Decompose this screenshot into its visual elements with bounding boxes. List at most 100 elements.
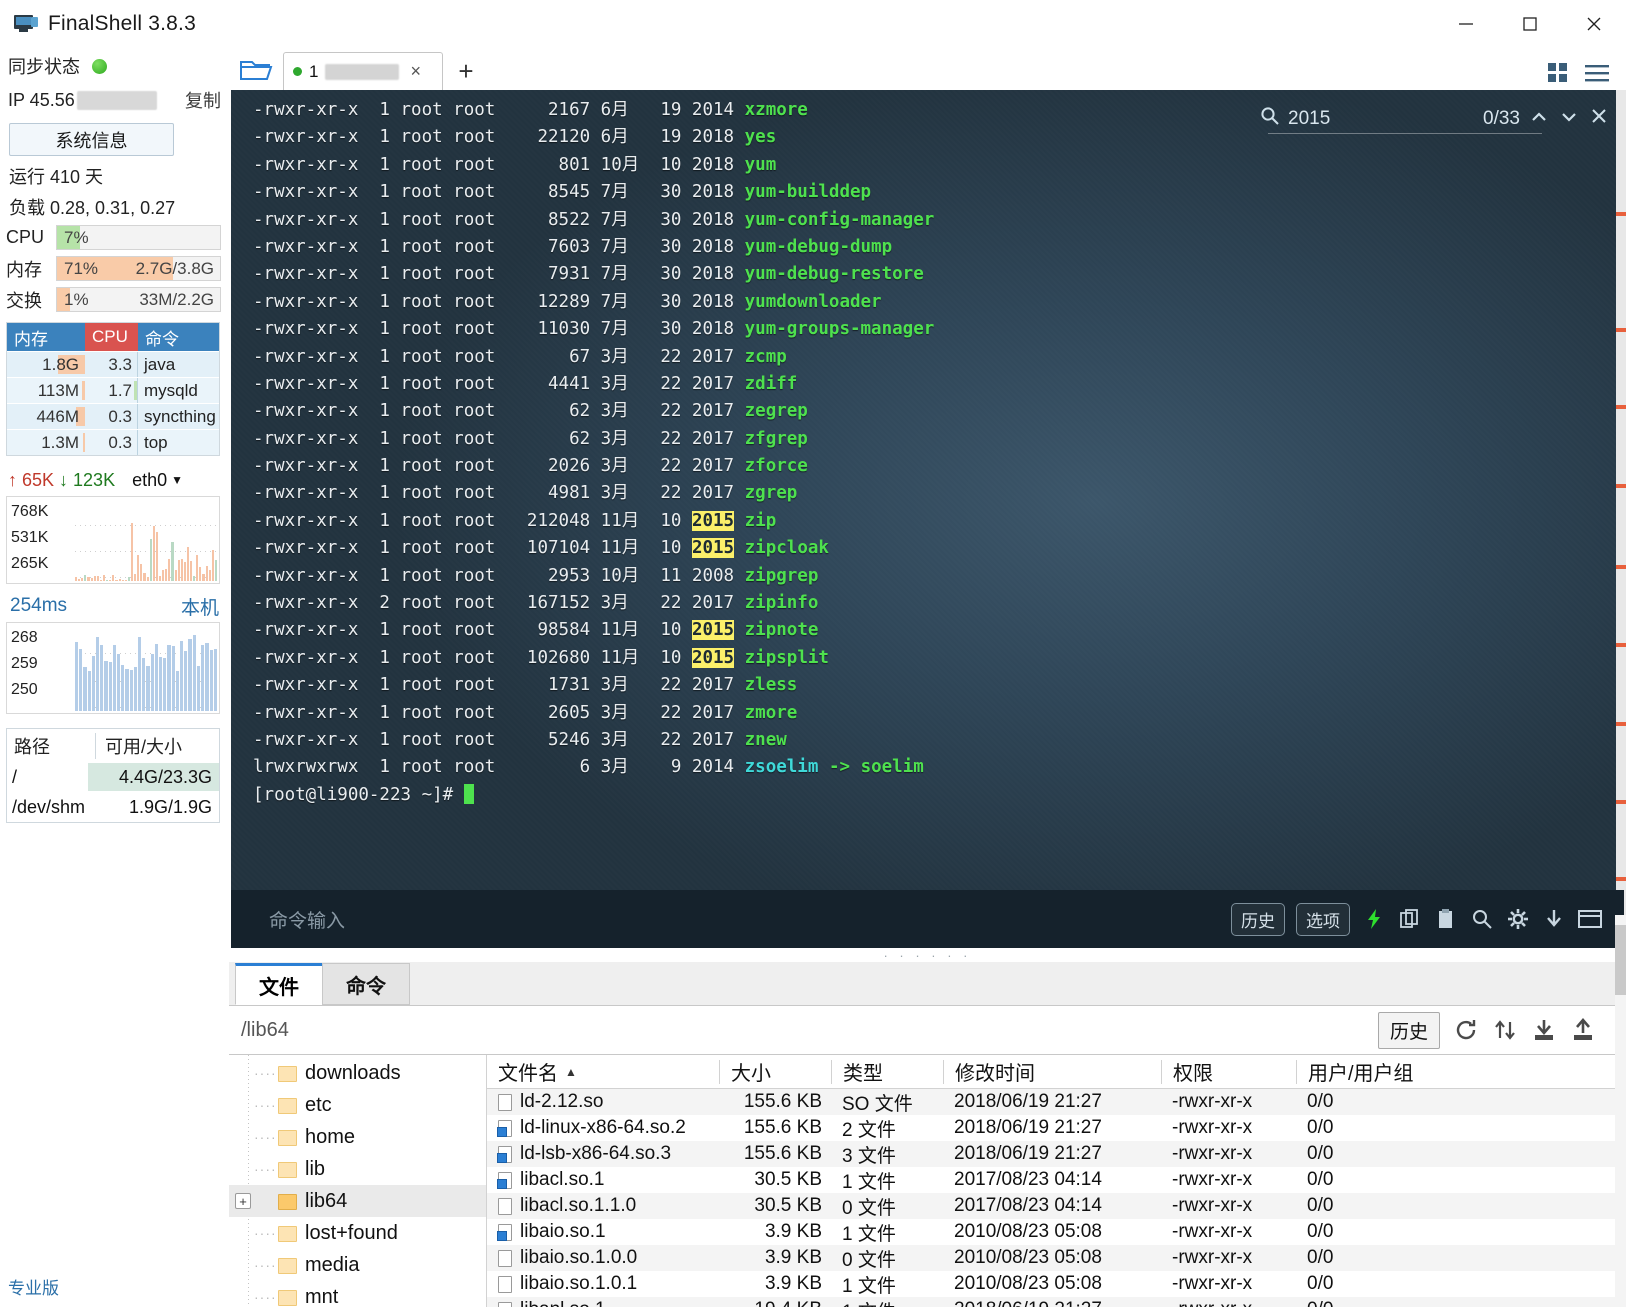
tree-node-lib64[interactable]: +lib64 xyxy=(229,1185,486,1217)
tree-node-lib[interactable]: +·····lib xyxy=(229,1153,486,1185)
process-memory: 446M xyxy=(7,404,85,429)
file-modified-time: 2018/06/19 21:27 xyxy=(943,1299,1161,1307)
file-row[interactable]: libaio.so.1.0.03.9 KB0 文件2010/08/23 05:0… xyxy=(487,1245,1626,1271)
process-col-command[interactable]: 命令 xyxy=(138,323,219,351)
copy-ip-button[interactable]: 复制 xyxy=(185,87,221,113)
network-interface-selector[interactable]: eth0 ▼ xyxy=(132,470,183,491)
terminal-search-bar[interactable]: 2015 0/33 xyxy=(1260,102,1610,136)
tree-node-home[interactable]: +·····home xyxy=(229,1121,486,1153)
bottom-tab-commands[interactable]: 命令 xyxy=(322,963,410,1005)
file-row[interactable]: libacl.so.130.5 KB1 文件2017/08/23 04:14-r… xyxy=(487,1167,1626,1193)
file-col-size[interactable]: 大小 xyxy=(719,1060,831,1084)
scroll-marker xyxy=(1616,484,1626,488)
refresh-icon[interactable] xyxy=(1453,1017,1479,1043)
command-history-button[interactable]: 历史 xyxy=(1231,903,1285,936)
hamburger-menu-icon[interactable] xyxy=(1584,62,1610,89)
file-col-time[interactable]: 修改时间 xyxy=(943,1060,1161,1084)
search-input[interactable]: 2015 xyxy=(1288,108,1330,130)
ip-row: IP 45.56 复制 xyxy=(0,83,229,117)
disk-row[interactable]: /dev/shm1.9G/1.9G xyxy=(7,792,219,822)
file-row[interactable]: libanl.so.119.4 KB1 文件2018/06/19 21:27-r… xyxy=(487,1297,1626,1307)
terminal-line: -rwxr-xr-x 2 root root 167152 3月 22 2017… xyxy=(253,590,1624,617)
file-panel-scrollbar[interactable] xyxy=(1615,915,1626,1307)
ping-y1: 259 xyxy=(11,651,38,677)
copy-icon[interactable] xyxy=(1397,907,1422,932)
terminal-output[interactable]: -rwxr-xr-x 1 root root 2167 6月 19 2014 x… xyxy=(231,90,1624,948)
disk-usage-table: 路径 可用/大小 /4.4G/23.3G/dev/shm1.9G/1.9G xyxy=(6,728,220,823)
net-y1: 531K xyxy=(11,525,48,551)
terminal-scroll-markers[interactable] xyxy=(1616,90,1626,948)
window-icon[interactable] xyxy=(1577,907,1602,932)
search-prev-icon[interactable] xyxy=(1528,108,1550,130)
process-col-cpu[interactable]: CPU xyxy=(85,323,138,351)
command-input-field[interactable]: 命令输入 xyxy=(269,898,1231,940)
command-options-button[interactable]: 选项 xyxy=(1296,903,1350,936)
panel-splitter[interactable]: · · · · · · xyxy=(231,948,1624,962)
process-row[interactable]: 1.8G3.3java xyxy=(7,351,219,377)
tree-node-media[interactable]: +·····media xyxy=(229,1249,486,1281)
tree-node-mnt[interactable]: +·····mnt xyxy=(229,1281,486,1307)
file-row[interactable]: ld-linux-x86-64.so.2155.6 KB2 文件2018/06/… xyxy=(487,1115,1626,1141)
process-col-memory[interactable]: 内存 xyxy=(7,323,85,351)
tree-guide: ····· xyxy=(254,1225,278,1241)
file-col-user[interactable]: 用户/用户组 xyxy=(1296,1060,1626,1084)
tab-close-icon[interactable]: × xyxy=(410,61,421,82)
file-row[interactable]: libacl.so.1.1.030.5 KB0 文件2017/08/23 04:… xyxy=(487,1193,1626,1219)
expand-icon[interactable]: + xyxy=(235,1193,251,1209)
terminal-tab-1[interactable]: 1 × xyxy=(283,52,443,90)
tree-node-label: mnt xyxy=(305,1286,338,1307)
system-info-button[interactable]: 系统信息 xyxy=(9,123,174,156)
file-row[interactable]: libaio.so.1.0.13.9 KB1 文件2010/08/23 05:0… xyxy=(487,1271,1626,1297)
process-row[interactable]: 446M0.3syncthing xyxy=(7,403,219,429)
file-history-button[interactable]: 历史 xyxy=(1378,1012,1440,1049)
file-permissions: -rwxr-xr-x xyxy=(1161,1169,1296,1191)
minimize-icon[interactable] xyxy=(1434,0,1498,47)
file-row[interactable]: ld-2.12.so155.6 KBSO 文件2018/06/19 21:27-… xyxy=(487,1089,1626,1115)
gear-icon[interactable] xyxy=(1505,907,1530,932)
file-icon xyxy=(498,1094,512,1111)
file-col-name[interactable]: 文件名 ▲ xyxy=(487,1060,719,1084)
tree-node-etc[interactable]: +·····etc xyxy=(229,1089,486,1121)
paste-icon[interactable] xyxy=(1433,907,1458,932)
tree-node-label: home xyxy=(305,1126,355,1149)
ping-target[interactable]: 本机 xyxy=(181,593,219,620)
file-name-cell: libaio.so.1.0.0 xyxy=(487,1247,719,1269)
file-name: libacl.so.1 xyxy=(520,1169,605,1191)
process-cpu: 3.3 xyxy=(85,352,138,377)
search-next-icon[interactable] xyxy=(1558,108,1580,130)
file-col-type[interactable]: 类型 xyxy=(831,1060,943,1084)
terminal-line: -rwxr-xr-x 1 root root 102680 11月 10 201… xyxy=(253,645,1624,672)
download-icon[interactable] xyxy=(1541,907,1566,932)
disk-row[interactable]: /4.4G/23.3G xyxy=(7,762,219,792)
upload-icon[interactable] xyxy=(1570,1017,1596,1043)
open-folder-icon[interactable] xyxy=(229,50,283,90)
close-icon[interactable] xyxy=(1562,0,1626,47)
search-close-icon[interactable] xyxy=(1588,108,1610,130)
file-size: 30.5 KB xyxy=(719,1169,831,1191)
search-icon[interactable] xyxy=(1469,907,1494,932)
tree-node-lost-found[interactable]: +·····lost+found xyxy=(229,1217,486,1249)
grid-view-icon[interactable] xyxy=(1546,61,1570,90)
current-path[interactable]: /lib64 xyxy=(241,1019,289,1042)
file-row[interactable]: libaio.so.13.9 KB1 文件2010/08/23 05:08-rw… xyxy=(487,1219,1626,1245)
new-tab-button[interactable]: + xyxy=(443,52,489,90)
meter-percent: 1% xyxy=(64,290,89,310)
process-command: mysqld xyxy=(138,378,219,403)
maximize-icon[interactable] xyxy=(1498,0,1562,47)
file-name-cell: ld-lsb-x86-64.so.3 xyxy=(487,1143,719,1165)
tree-node-downloads[interactable]: +·····downloads xyxy=(229,1057,486,1089)
transfer-icon[interactable] xyxy=(1492,1017,1518,1043)
file-col-permissions[interactable]: 权限 xyxy=(1161,1060,1296,1084)
tree-node-label: downloads xyxy=(305,1062,401,1085)
process-row[interactable]: 113M1.7mysqld xyxy=(7,377,219,403)
net-y2: 265K xyxy=(11,551,48,577)
terminal-text-lines: -rwxr-xr-x 1 root root 2167 6月 19 2014 x… xyxy=(253,97,1624,809)
process-row[interactable]: 1.3M0.3top xyxy=(7,429,219,455)
file-row[interactable]: ld-lsb-x86-64.so.3155.6 KB3 文件2018/06/19… xyxy=(487,1141,1626,1167)
lightning-icon[interactable] xyxy=(1361,907,1386,932)
download-icon[interactable] xyxy=(1531,1017,1557,1043)
bottom-tab-files[interactable]: 文件 xyxy=(235,963,323,1005)
file-size: 155.6 KB xyxy=(719,1091,831,1113)
search-match-count: 0/33 xyxy=(1483,108,1520,130)
ping-y0: 268 xyxy=(11,625,38,651)
